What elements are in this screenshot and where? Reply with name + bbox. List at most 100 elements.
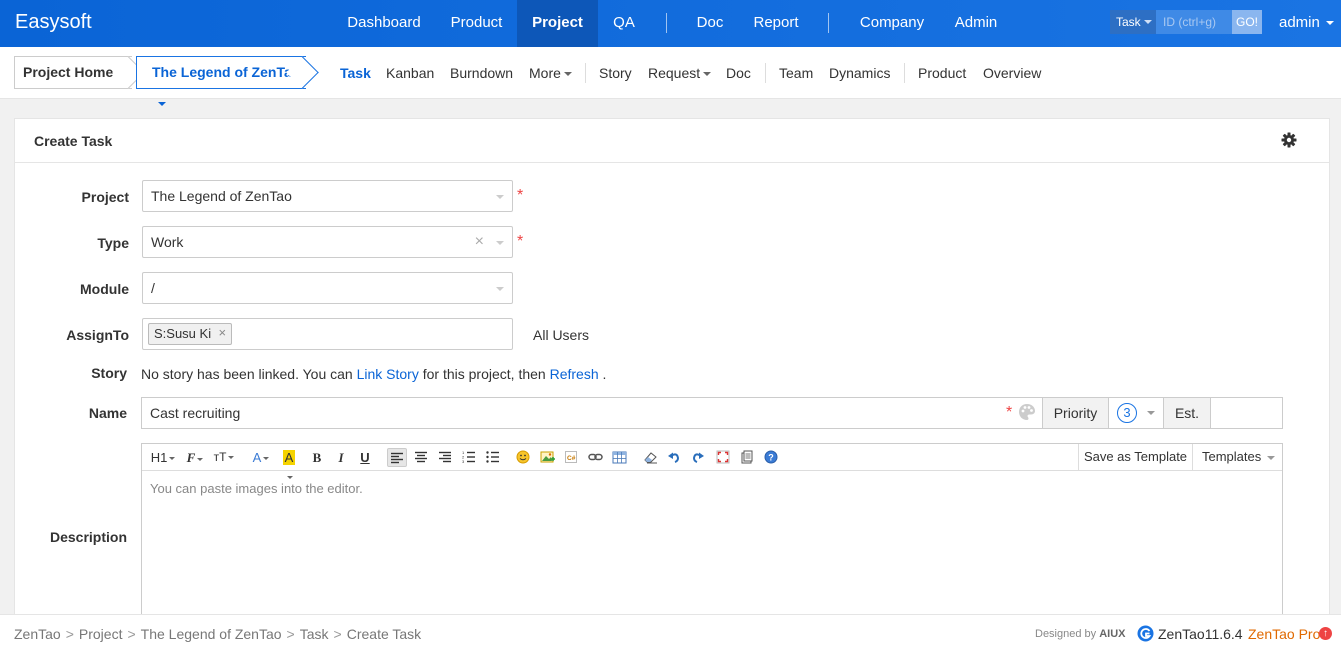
search-input[interactable] <box>1157 10 1233 34</box>
nav-admin[interactable]: Admin <box>948 0 1004 47</box>
designed-by-brand[interactable]: AIUX <box>1099 628 1125 640</box>
font-family-icon[interactable]: F <box>184 448 206 467</box>
chevron-down-icon <box>119 71 128 76</box>
upgrade-arrow-icon[interactable]: ↑ <box>1319 627 1332 640</box>
chevron-down-icon <box>563 72 572 77</box>
assignee-tag-label: S:Susu Ki <box>154 326 212 341</box>
redo-icon[interactable] <box>690 448 706 467</box>
breadcrumb-task[interactable]: Task <box>300 626 329 642</box>
subnav-dynamics[interactable]: Dynamics <box>829 65 890 81</box>
subnav-overview[interactable]: Overview <box>983 65 1041 81</box>
heading-icon[interactable]: H1 <box>150 448 176 467</box>
breadcrumb-zentao[interactable]: ZenTao <box>14 626 61 642</box>
subnav-request[interactable]: Request <box>648 65 712 81</box>
assignee-tag: S:Susu Ki × <box>148 323 233 345</box>
subnav-product[interactable]: Product <box>918 65 966 81</box>
project-select-value: The Legend of ZenTao <box>151 188 292 204</box>
breadcrumb-project[interactable]: Project <box>79 626 123 642</box>
top-navbar: Easysoft Dashboard Product Project QA Do… <box>0 0 1341 47</box>
search-go-button[interactable]: GO! <box>1232 10 1262 34</box>
templates-dropdown[interactable]: Templates <box>1192 444 1282 470</box>
description-label: Description <box>49 529 127 545</box>
assignto-label: AssignTo <box>66 327 129 343</box>
bold-icon[interactable]: B <box>309 448 325 467</box>
eraser-icon[interactable] <box>642 448 658 467</box>
fullscreen-icon[interactable] <box>715 448 731 467</box>
emoji-icon[interactable] <box>515 448 531 467</box>
undo-icon[interactable] <box>666 448 682 467</box>
story-hint-text: No story has been linked. You can <box>141 366 353 382</box>
module-select[interactable]: / <box>142 272 513 304</box>
subnav-burndown[interactable]: Burndown <box>450 65 513 81</box>
chevron-down-icon <box>1325 21 1334 26</box>
brand-logo[interactable]: Easysoft <box>15 11 92 34</box>
code-icon[interactable]: C# <box>563 448 579 467</box>
description-editor: H1 F тT A A B I U 123 C# ? Save as Templ… <box>141 443 1283 623</box>
remove-tag-icon[interactable]: × <box>219 323 227 343</box>
font-size-icon[interactable]: тT <box>212 448 236 467</box>
subnav-team[interactable]: Team <box>779 65 813 81</box>
align-left-icon[interactable] <box>387 448 407 467</box>
refresh-link[interactable]: Refresh <box>550 366 599 382</box>
gear-icon[interactable] <box>1281 132 1297 148</box>
subnav-divider <box>585 63 586 83</box>
nav-doc[interactable]: Doc <box>684 0 736 47</box>
editor-placeholder[interactable]: You can paste images into the editor. <box>150 481 363 496</box>
table-icon[interactable] <box>611 448 627 467</box>
story-label: Story <box>91 365 127 381</box>
footer: ZenTao > Project > The Legend of ZenTao > Task… <box>0 614 1341 650</box>
subnav-story[interactable]: Story <box>599 65 632 81</box>
project-home-button[interactable]: Project Home <box>14 56 132 89</box>
image-icon[interactable] <box>539 448 555 467</box>
link-story-link[interactable]: Link Story <box>357 366 419 382</box>
nav-product[interactable]: Product <box>436 0 517 47</box>
align-center-icon[interactable] <box>412 448 430 467</box>
search-type-dropdown[interactable]: Task <box>1110 10 1156 34</box>
subnav-task[interactable]: Task <box>340 65 371 81</box>
align-right-icon[interactable] <box>436 448 454 467</box>
underline-icon[interactable]: U <box>357 448 373 467</box>
clear-icon[interactable]: × <box>475 227 484 257</box>
font-color-icon[interactable]: A <box>251 448 271 467</box>
save-as-template-button[interactable]: Save as Template <box>1078 444 1192 470</box>
source-icon[interactable] <box>739 448 755 467</box>
chevron-down-icon <box>496 287 504 291</box>
priority-select[interactable]: 3 <box>1108 397 1164 429</box>
nav-qa[interactable]: QA <box>600 0 648 47</box>
nav-dashboard[interactable]: Dashboard <box>334 0 434 47</box>
chevron-down-icon <box>1267 455 1276 460</box>
zentao-pro-link[interactable]: ZenTao Pro <box>1248 626 1320 642</box>
templates-label: Templates <box>1202 449 1262 464</box>
color-palette-icon[interactable] <box>1018 403 1036 421</box>
user-menu[interactable]: admin <box>1279 0 1334 47</box>
subnav-kanban[interactable]: Kanban <box>386 65 434 81</box>
assignto-select[interactable]: S:Susu Ki × <box>142 318 513 350</box>
highlight-color-icon[interactable]: A <box>279 448 299 480</box>
italic-icon[interactable]: I <box>333 448 349 467</box>
nav-company[interactable]: Company <box>853 0 931 47</box>
nav-project[interactable]: Project <box>517 0 598 47</box>
project-switcher[interactable]: The Legend of ZenTao <box>136 56 306 107</box>
version-link[interactable]: ZenTao11.6.4 <box>1158 626 1243 642</box>
unordered-list-icon[interactable] <box>484 448 502 467</box>
breadcrumb-project-name[interactable]: The Legend of ZenTao <box>141 626 282 642</box>
breadcrumb-separator: > <box>333 626 342 642</box>
project-select[interactable]: The Legend of ZenTao <box>142 180 513 212</box>
subnav-doc[interactable]: Doc <box>726 65 751 81</box>
nav-report[interactable]: Report <box>745 0 807 47</box>
link-icon[interactable] <box>587 448 603 467</box>
help-icon[interactable]: ? <box>763 448 779 467</box>
search-type-label: Task <box>1116 15 1141 29</box>
all-users-link[interactable]: All Users <box>533 327 589 343</box>
type-select[interactable]: Work × <box>142 226 513 258</box>
subnav-divider <box>904 63 905 83</box>
breadcrumb-separator: > <box>127 626 136 642</box>
ordered-list-icon[interactable]: 123 <box>460 448 478 467</box>
name-input[interactable] <box>142 398 1042 428</box>
zentao-logo-icon <box>1137 625 1154 642</box>
project-label: Project <box>81 189 129 205</box>
project-switcher-label: The Legend of ZenTao <box>152 64 301 80</box>
subnav-more[interactable]: More <box>529 65 572 81</box>
breadcrumb-create-task: Create Task <box>346 626 422 642</box>
estimate-input[interactable] <box>1211 398 1282 428</box>
